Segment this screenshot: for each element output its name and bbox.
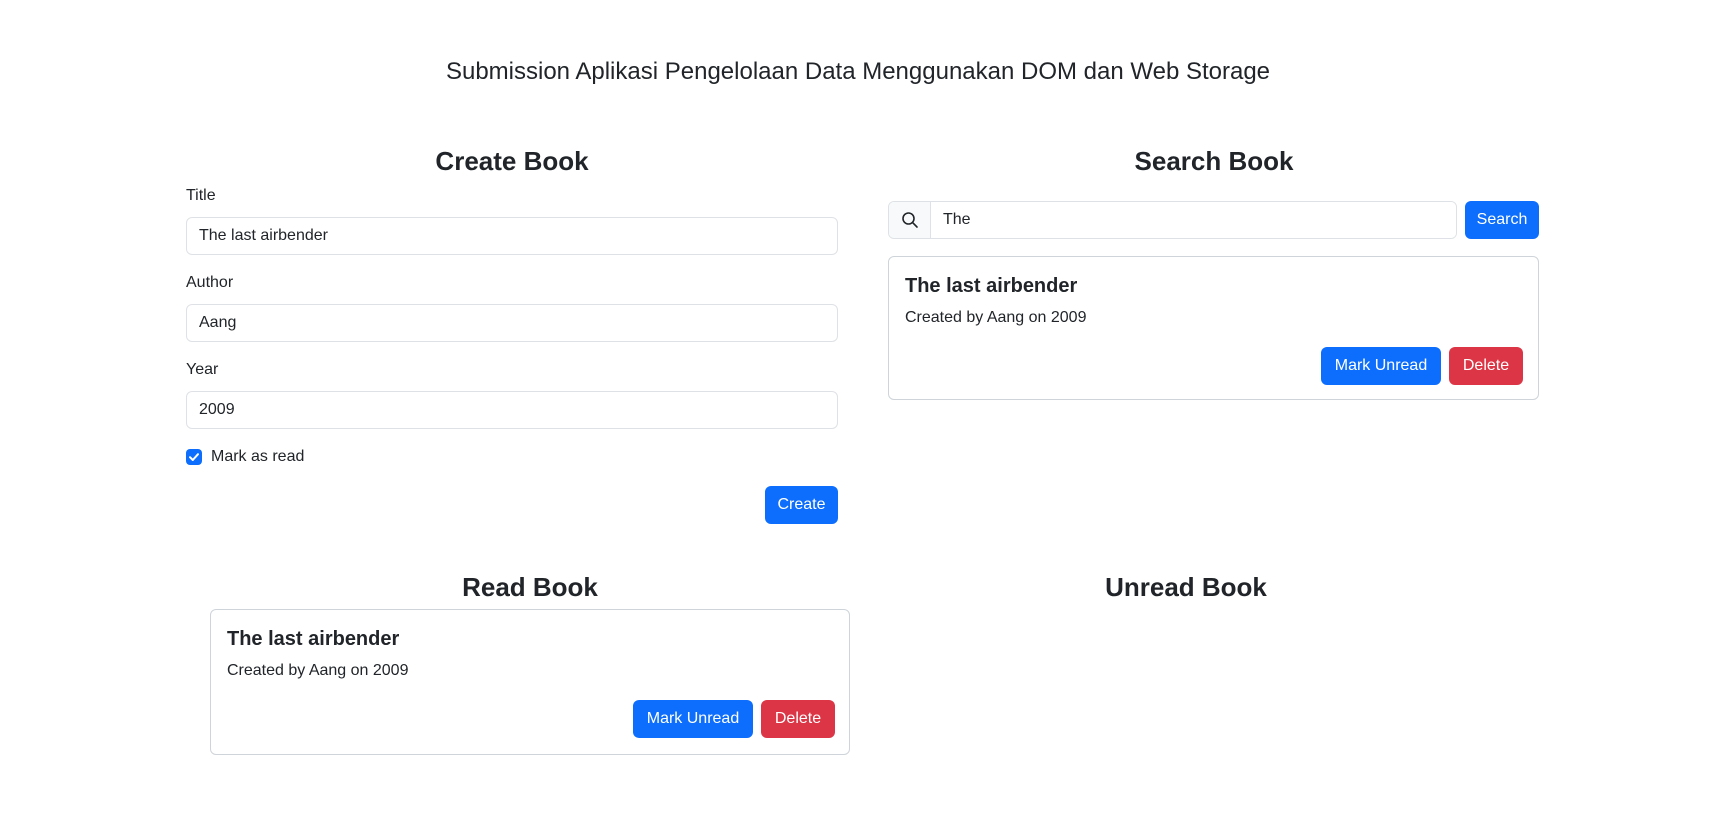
unread-book-heading: Unread Book <box>1105 572 1267 602</box>
search-result-card: The last airbender Created by Aang on 20… <box>888 256 1539 400</box>
read-book-card: The last airbender Created by Aang on 20… <box>210 609 850 755</box>
title-input[interactable] <box>186 217 838 255</box>
search-input[interactable] <box>931 202 1456 238</box>
search-icon <box>901 212 918 228</box>
author-label: Author <box>186 274 234 291</box>
create-book-heading: Create Book <box>435 146 589 176</box>
search-button[interactable]: Search <box>1465 201 1539 239</box>
book-subtitle: Created by Aang on 2009 <box>227 662 409 679</box>
search-addon <box>889 202 931 238</box>
search-book-heading: Search Book <box>1134 146 1294 176</box>
delete-button[interactable]: Delete <box>761 700 835 738</box>
year-label: Year <box>186 361 219 378</box>
check-icon <box>189 453 199 461</box>
book-title: The last airbender <box>905 275 1078 297</box>
mark-unread-button[interactable]: Mark Unread <box>633 700 753 738</box>
title-label: Title <box>186 187 216 204</box>
mark-as-read-label[interactable]: Mark as read <box>211 448 304 466</box>
search-input-group <box>888 201 1457 239</box>
mark-as-read-checkbox[interactable] <box>186 449 202 465</box>
year-input[interactable] <box>186 391 838 429</box>
author-input[interactable] <box>186 304 838 342</box>
create-button[interactable]: Create <box>765 486 838 524</box>
page-title: Submission Aplikasi Pengelolaan Data Men… <box>445 58 1271 85</box>
mark-unread-button[interactable]: Mark Unread <box>1321 347 1441 385</box>
book-subtitle: Created by Aang on 2009 <box>905 309 1087 326</box>
delete-button[interactable]: Delete <box>1449 347 1523 385</box>
book-title: The last airbender <box>227 628 400 650</box>
read-book-heading: Read Book <box>462 572 598 602</box>
